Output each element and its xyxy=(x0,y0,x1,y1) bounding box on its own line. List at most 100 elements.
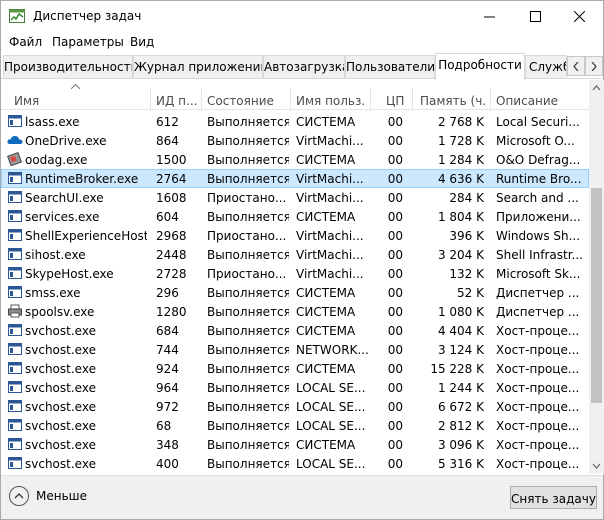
cell-state: Выполняется xyxy=(207,400,289,414)
table-row[interactable]: smss.exe 296 Выполняется СИСТЕМА 00 52 K Диспе… xyxy=(1,283,589,302)
scroll-up-button[interactable] xyxy=(589,80,604,97)
column-separator[interactable] xyxy=(150,88,151,111)
column-header-user[interactable]: Имя польз... xyxy=(296,94,366,108)
column-header-memory[interactable]: Память (ч... xyxy=(420,94,486,108)
vertical-scrollbar[interactable] xyxy=(589,80,604,474)
column-separator[interactable] xyxy=(370,88,371,111)
chevron-up-icon xyxy=(592,85,601,91)
table-row[interactable]: svchost.exe 964 Выполняется LOCAL SE... 00 1 … xyxy=(1,378,589,397)
cell-cpu: 00 xyxy=(387,457,403,471)
table-row[interactable]: svchost.exe 972 Выполняется LOCAL SE... 00 6 … xyxy=(1,397,589,416)
table-row[interactable]: spoolsv.exe 1280 Выполняется СИСТЕМА 00 1 080… xyxy=(1,302,589,321)
column-separator[interactable] xyxy=(201,88,202,111)
cell-cpu: 00 xyxy=(387,362,403,376)
column-header-description[interactable]: Описание xyxy=(496,94,584,108)
end-task-button[interactable]: Снять задачу xyxy=(510,486,597,509)
close-button[interactable] xyxy=(557,1,603,32)
cell-state: Выполняется xyxy=(207,115,289,129)
cell-user: VirtMachi... xyxy=(296,191,364,205)
menu-bar: Файл Параметры Вид xyxy=(1,32,603,52)
table-row[interactable]: OneDrive.exe 864 Выполняется VirtMachi... 00… xyxy=(1,131,589,150)
defrag-icon xyxy=(7,151,23,167)
app-window-icon xyxy=(7,437,23,451)
menu-file[interactable]: Файл xyxy=(9,35,42,49)
cell-user: VirtMachi... xyxy=(296,229,364,243)
chevron-right-icon xyxy=(591,62,597,71)
cell-mem: 3 096 K xyxy=(437,438,484,452)
cell-state: Выполняется xyxy=(207,134,289,148)
cell-desc: Хост-проце... xyxy=(496,457,580,471)
table-row[interactable]: svchost.exe 684 Выполняется СИСТЕМА 00 4 404 … xyxy=(1,321,589,340)
cell-user: LOCAL SE... xyxy=(296,419,366,433)
app-window-icon xyxy=(7,228,23,242)
table-row[interactable]: SearchUI.exe 1608 Приостано... VirtMachi...… xyxy=(1,188,589,207)
column-header-cpu[interactable]: ЦП xyxy=(386,94,408,108)
menu-options[interactable]: Параметры xyxy=(52,35,124,49)
tab-app-history[interactable]: Журнал приложений xyxy=(133,55,263,78)
cell-cpu: 00 xyxy=(387,400,403,414)
tab-scroll-left-button[interactable] xyxy=(567,56,585,76)
scroll-thumb[interactable] xyxy=(591,188,602,403)
cell-pid: 348 xyxy=(156,438,179,452)
column-separator[interactable] xyxy=(412,88,413,111)
cell-cpu: 00 xyxy=(387,115,403,129)
maximize-button[interactable] xyxy=(513,1,559,32)
table-row[interactable]: svchost.exe 348 Выполняется СИСТЕМА 00 3 096 … xyxy=(1,435,589,454)
table-row[interactable]: oodag.exe 1500 Выполняется СИСТЕМА 00 1 284 K… xyxy=(1,150,589,169)
tab-scroll-right-button[interactable] xyxy=(585,56,603,76)
cell-name: SearchUI.exe xyxy=(25,191,104,205)
tab-performance[interactable]: Производительность xyxy=(3,55,133,78)
cell-cpu: 00 xyxy=(387,343,403,357)
cell-desc: Хост-проце... xyxy=(496,324,580,338)
cell-pid: 400 xyxy=(156,457,179,471)
cell-cpu: 00 xyxy=(387,324,403,338)
table-row[interactable]: svchost.exe 924 Выполняется СИСТЕМА 00 15 228… xyxy=(1,359,589,378)
cell-state: Приостано... xyxy=(207,229,287,243)
task-manager-window: Диспетчер задач Файл Параметры Вид Произ… xyxy=(0,0,604,520)
app-window-icon xyxy=(7,323,23,337)
table-row[interactable]: svchost.exe 68 Выполняется LOCAL SE... 00 2 8… xyxy=(1,416,589,435)
column-separator[interactable] xyxy=(290,88,291,111)
cell-name: SkypeHost.exe xyxy=(25,267,114,281)
tab-services[interactable]: Служб xyxy=(525,55,567,78)
tab-details[interactable]: Подробности xyxy=(435,53,525,80)
cell-user: СИСТЕМА xyxy=(296,438,356,452)
minimize-button[interactable] xyxy=(467,1,513,32)
scroll-down-button[interactable] xyxy=(589,457,604,474)
column-header-name[interactable]: Имя xyxy=(14,94,144,108)
title-bar[interactable]: Диспетчер задач xyxy=(1,1,603,32)
cell-mem: 3 124 K xyxy=(437,343,484,357)
column-separator[interactable] xyxy=(490,88,491,111)
table-row[interactable]: svchost.exe 744 Выполняется NETWORK... 00 3 1… xyxy=(1,340,589,359)
cell-user: СИСТЕМА xyxy=(296,286,356,300)
table-row[interactable]: ShellExperienceHost.... 2968 Приостано... V… xyxy=(1,226,589,245)
tab-users[interactable]: Пользователи xyxy=(345,55,435,78)
column-header-pid[interactable]: ИД п... xyxy=(156,94,198,108)
cell-pid: 2728 xyxy=(156,267,187,281)
cell-desc: Хост-проце... xyxy=(496,400,580,414)
cell-name: svchost.exe xyxy=(25,438,96,452)
table-row[interactable]: svchost.exe 400 Выполняется LOCAL SE... 00 5 … xyxy=(1,454,589,473)
app-window-icon xyxy=(7,380,23,394)
onedrive-cloud-icon xyxy=(7,133,23,147)
details-table: Имя ИД п... Состояние Имя польз... ЦП Па… xyxy=(1,80,603,474)
cell-state: Выполняется xyxy=(207,248,289,262)
cell-mem: 52 K xyxy=(457,286,484,300)
cell-desc: Хост-проце... xyxy=(496,419,580,433)
table-row[interactable]: SkypeHost.exe 2728 Приостано... VirtMachi..… xyxy=(1,264,589,283)
cell-name: OneDrive.exe xyxy=(25,134,107,148)
column-header-state[interactable]: Состояние xyxy=(207,94,287,108)
cell-state: Выполняется xyxy=(207,286,289,300)
table-row[interactable]: sihost.exe 2448 Выполняется VirtMachi... 00 3… xyxy=(1,245,589,264)
cell-state: Выполняется xyxy=(207,419,289,433)
cell-user: VirtMachi... xyxy=(296,248,364,262)
table-row-selected[interactable]: RuntimeBroker.exe 2764 Выполняется VirtMach… xyxy=(1,169,589,188)
cell-mem: 1 728 K xyxy=(437,134,484,148)
fewer-details-button[interactable]: Меньше xyxy=(9,486,99,508)
table-row[interactable]: services.exe 604 Выполняется СИСТЕМА 00 1 804… xyxy=(1,207,589,226)
cell-pid: 604 xyxy=(156,210,179,224)
menu-view[interactable]: Вид xyxy=(130,35,154,49)
table-row[interactable]: lsass.exe 612 Выполняется СИСТЕМА 00 2 768 K L… xyxy=(1,112,589,131)
tab-startup[interactable]: Автозагрузка xyxy=(263,55,345,78)
chevron-left-icon xyxy=(573,62,579,71)
